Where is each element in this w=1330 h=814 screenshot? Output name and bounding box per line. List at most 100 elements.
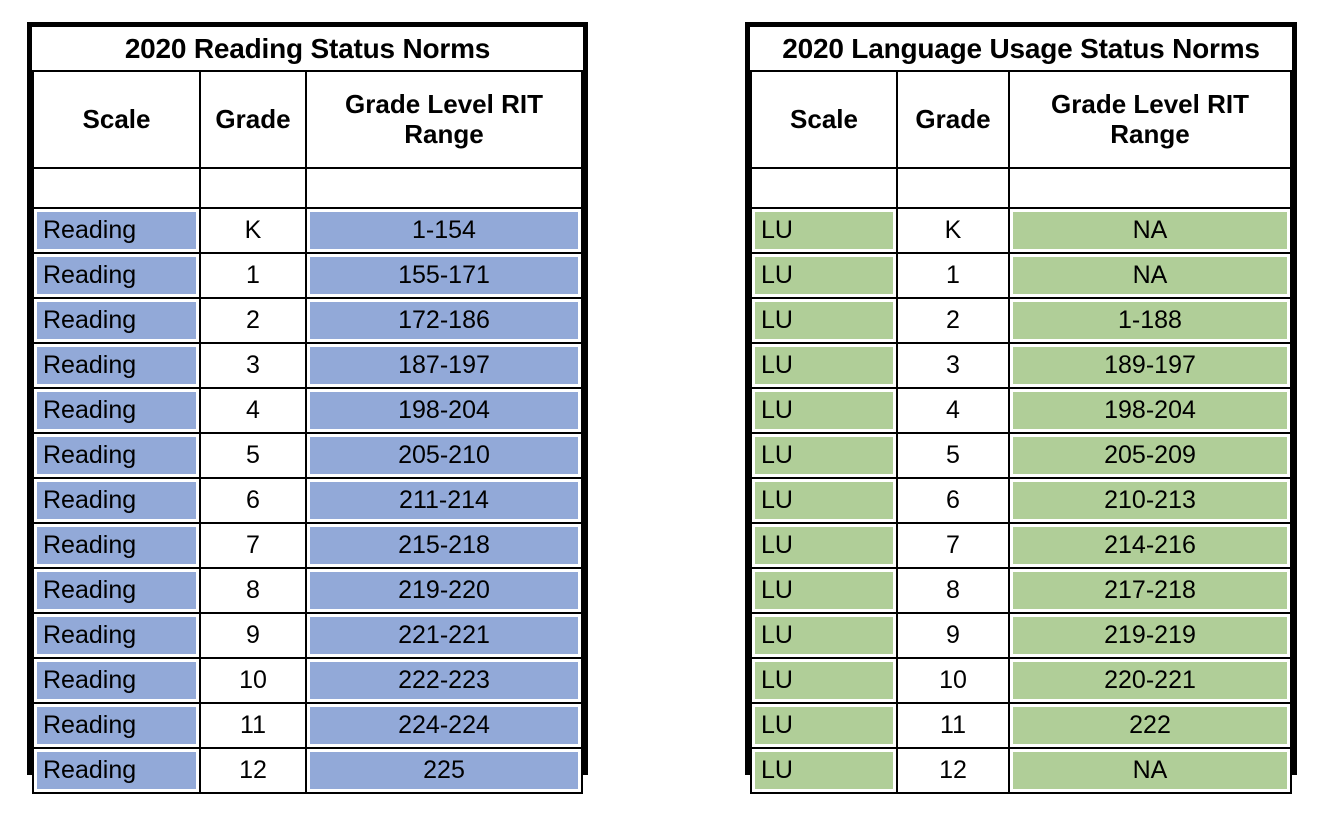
rit-range-value: 211-214 [310, 482, 578, 519]
scale-value: LU [755, 257, 893, 294]
cell-scale: Reading [32, 567, 201, 614]
cell-scale: Reading [32, 477, 201, 524]
cell-scale: Reading [32, 252, 201, 299]
table-row: LU 11 222 [750, 702, 1292, 749]
rit-range-value: 220-221 [1013, 662, 1287, 699]
table-row: Reading 9 221-221 [32, 612, 583, 659]
rit-range-value: 189-197 [1013, 347, 1287, 384]
cell-grade: 3 [896, 342, 1010, 389]
rit-range-value: 224-224 [310, 707, 578, 744]
rit-range-value: 221-221 [310, 617, 578, 654]
language-spacer-cell-scale [750, 167, 898, 209]
rit-range-value: 198-204 [310, 392, 578, 429]
reading-spacer-cell-scale [32, 167, 201, 209]
table-row: LU 8 217-218 [750, 567, 1292, 614]
language-title-row: 2020 Language Usage Status Norms [751, 27, 1291, 72]
table-row: LU 6 210-213 [750, 477, 1292, 524]
rit-range-value: 1-188 [1013, 302, 1287, 339]
rit-range-value: 219-219 [1013, 617, 1287, 654]
rit-range-value: 205-209 [1013, 437, 1287, 474]
table-row: Reading 10 222-223 [32, 657, 583, 704]
cell-rit-range: 155-171 [305, 252, 583, 299]
language-header-row: Scale Grade Grade Level RIT Range [750, 70, 1292, 169]
table-row: LU K NA [750, 207, 1292, 254]
cell-grade: 3 [199, 342, 307, 389]
rit-range-value: NA [1013, 212, 1287, 249]
cell-scale: Reading [32, 387, 201, 434]
scale-value: Reading [37, 572, 196, 609]
scale-value: Reading [37, 752, 196, 789]
cell-rit-range: 217-218 [1008, 567, 1292, 614]
reading-table-grid: 2020 Reading Status Norms Scale Grade Gr… [32, 27, 583, 794]
scale-value: Reading [37, 347, 196, 384]
rit-range-value: 222 [1013, 707, 1287, 744]
table-row: Reading 5 205-210 [32, 432, 583, 479]
cell-grade: 7 [896, 522, 1010, 569]
cell-grade: 6 [896, 477, 1010, 524]
rit-range-value: 187-197 [310, 347, 578, 384]
language-table-title: 2020 Language Usage Status Norms [751, 27, 1291, 72]
cell-scale: LU [750, 342, 898, 389]
cell-grade: 8 [199, 567, 307, 614]
cell-grade: 1 [896, 252, 1010, 299]
reading-spacer-cell-range [305, 167, 583, 209]
cell-scale: LU [750, 747, 898, 794]
table-row: LU 10 220-221 [750, 657, 1292, 704]
cell-rit-range: 225 [305, 747, 583, 794]
reading-status-norms-table: 2020 Reading Status Norms Scale Grade Gr… [27, 22, 588, 794]
rit-range-value: 155-171 [310, 257, 578, 294]
table-row: Reading 6 211-214 [32, 477, 583, 524]
rit-range-value: NA [1013, 257, 1287, 294]
rit-range-value: 1-154 [310, 212, 578, 249]
scale-value: Reading [37, 662, 196, 699]
cell-scale: Reading [32, 657, 201, 704]
rit-range-value: 222-223 [310, 662, 578, 699]
cell-rit-range: 222-223 [305, 657, 583, 704]
rit-range-value: 172-186 [310, 302, 578, 339]
cell-scale: Reading [32, 612, 201, 659]
language-spacer-cell-range [1008, 167, 1292, 209]
cell-grade: 11 [199, 702, 307, 749]
reading-spacer-cell-grade [199, 167, 307, 209]
rit-range-value: 214-216 [1013, 527, 1287, 564]
language-spacer-cell-grade [896, 167, 1010, 209]
cell-rit-range: 219-220 [305, 567, 583, 614]
cell-rit-range: 222 [1008, 702, 1292, 749]
scale-value: LU [755, 527, 893, 564]
language-column-header-scale: Scale [750, 70, 898, 169]
cell-scale: LU [750, 252, 898, 299]
norms-tables-container: 2020 Reading Status Norms Scale Grade Gr… [0, 0, 1330, 814]
cell-scale: LU [750, 387, 898, 434]
table-row: LU 1 NA [750, 252, 1292, 299]
cell-scale: LU [750, 702, 898, 749]
cell-grade: 10 [199, 657, 307, 704]
cell-grade: 10 [896, 657, 1010, 704]
reading-table-title: 2020 Reading Status Norms [33, 27, 582, 72]
cell-rit-range: 220-221 [1008, 657, 1292, 704]
scale-value: Reading [37, 212, 196, 249]
table-row: LU 5 205-209 [750, 432, 1292, 479]
language-table-grid: 2020 Language Usage Status Norms Scale G… [750, 27, 1292, 794]
table-row: Reading 2 172-186 [32, 297, 583, 344]
cell-grade: K [896, 207, 1010, 254]
cell-scale: Reading [32, 522, 201, 569]
table-row: Reading 4 198-204 [32, 387, 583, 434]
reading-column-header-grade: Grade [199, 70, 307, 169]
rit-range-value: 205-210 [310, 437, 578, 474]
cell-scale: LU [750, 567, 898, 614]
scale-value: LU [755, 617, 893, 654]
cell-rit-range: 172-186 [305, 297, 583, 344]
cell-grade: 5 [199, 432, 307, 479]
cell-grade: 8 [896, 567, 1010, 614]
scale-value: LU [755, 482, 893, 519]
cell-scale: Reading [32, 297, 201, 344]
scale-value: LU [755, 347, 893, 384]
table-row: LU 4 198-204 [750, 387, 1292, 434]
scale-value: Reading [37, 617, 196, 654]
cell-scale: LU [750, 297, 898, 344]
scale-value: LU [755, 437, 893, 474]
cell-scale: LU [750, 612, 898, 659]
cell-scale: Reading [32, 702, 201, 749]
rit-range-value: 217-218 [1013, 572, 1287, 609]
table-row: Reading 7 215-218 [32, 522, 583, 569]
